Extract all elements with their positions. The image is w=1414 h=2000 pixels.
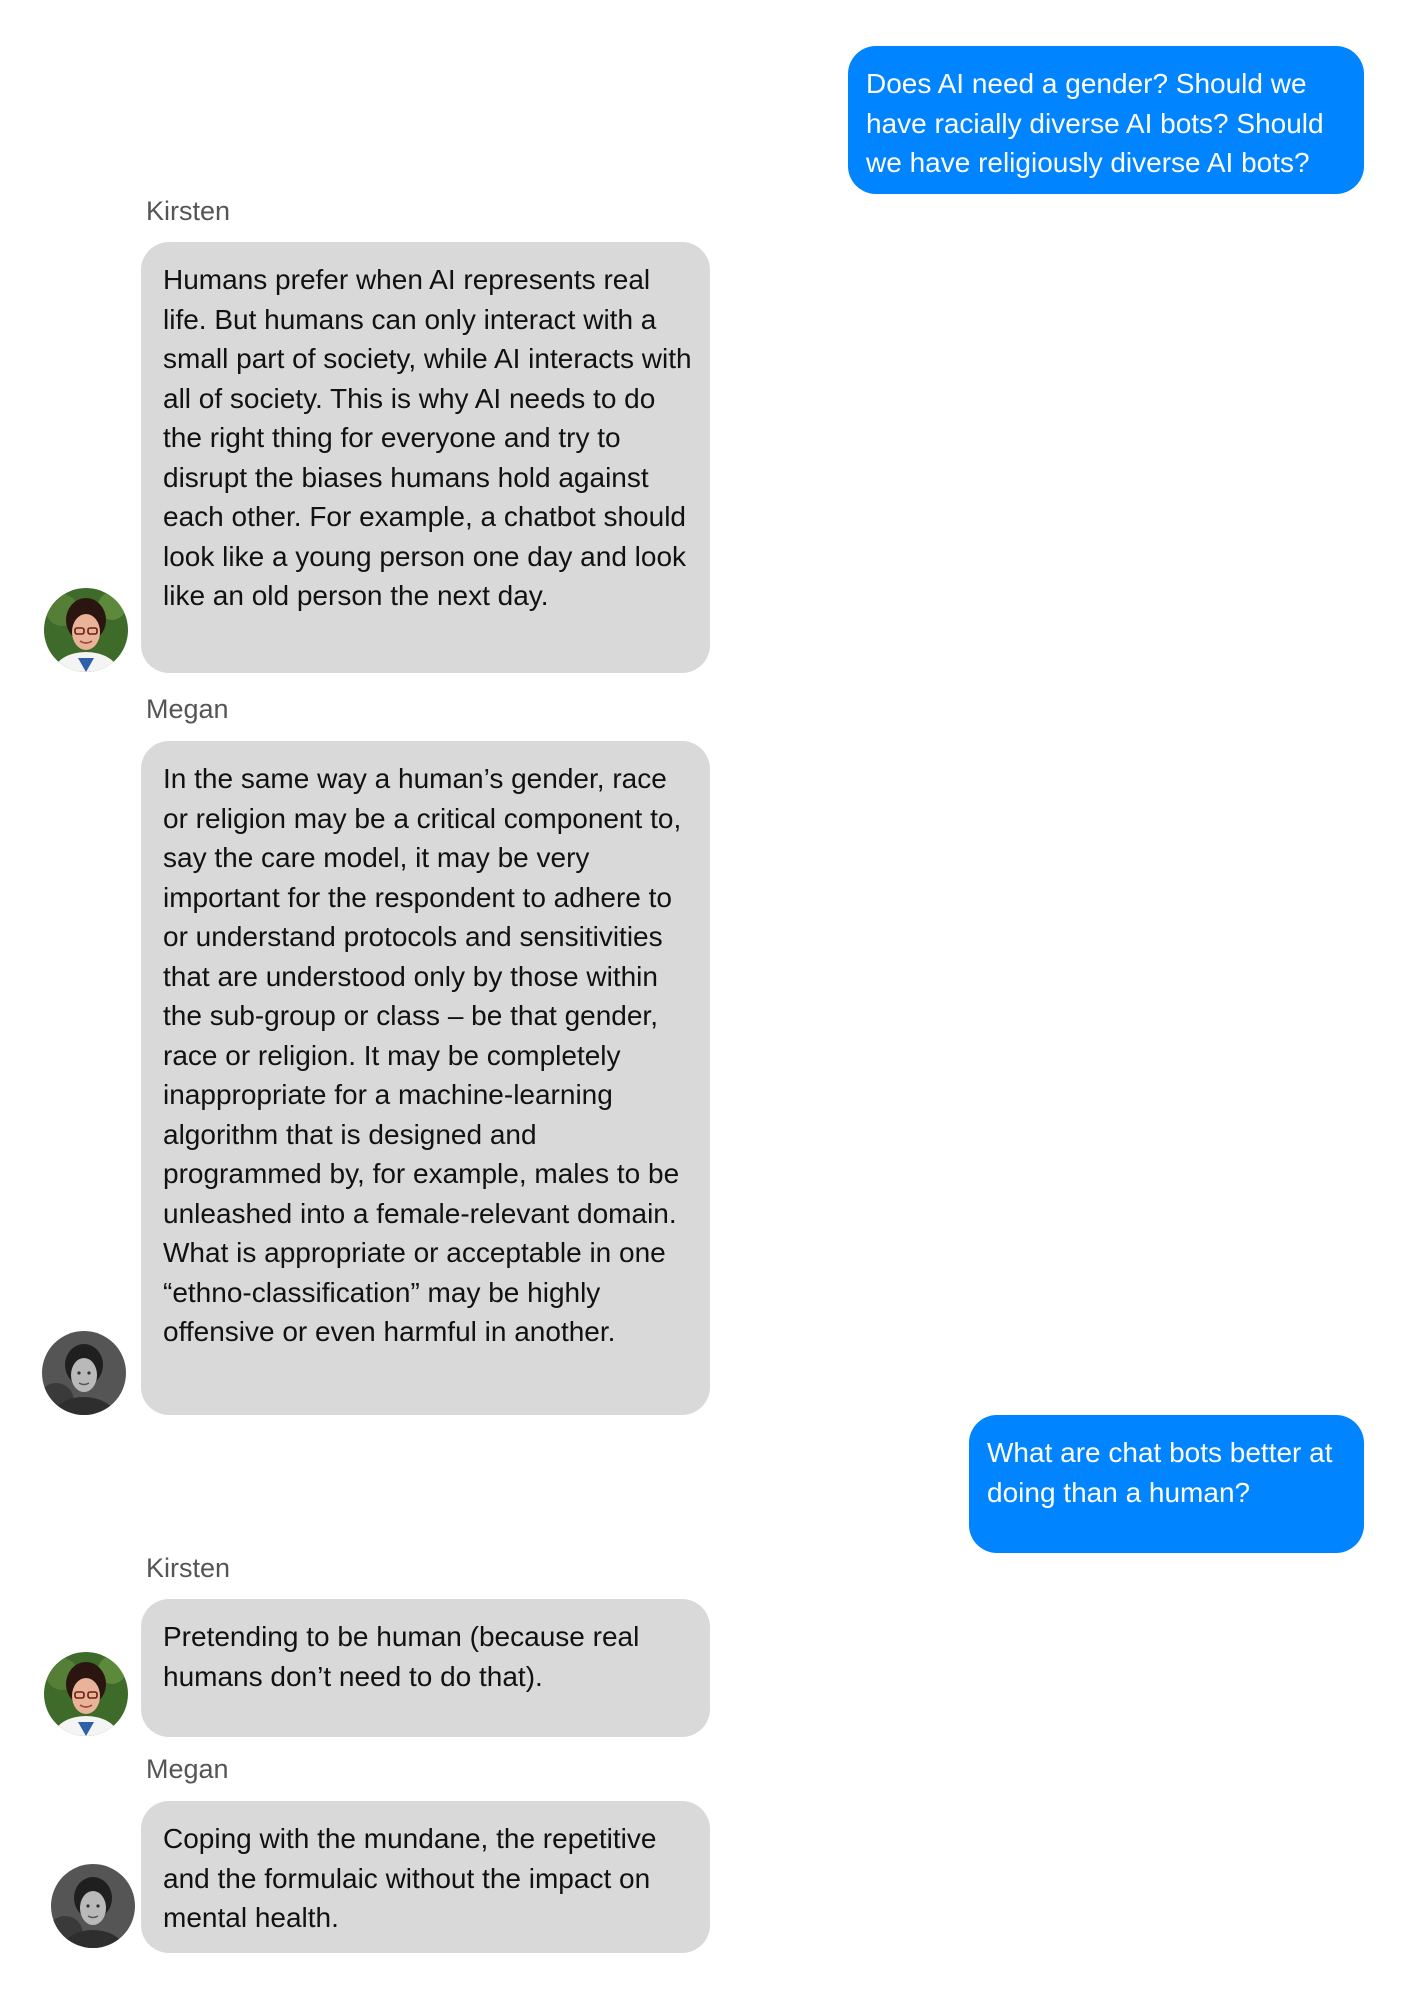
outgoing-message-bubble: Does AI need a gender? Should we have ra… [848,46,1364,194]
incoming-message-bubble: In the same way a human’s gender, race o… [141,741,710,1415]
megan-avatar [51,1864,135,1948]
incoming-message-bubble: Humans prefer when AI represents real li… [141,242,710,673]
sender-name: Kirsten [146,196,231,226]
megan-avatar [42,1331,126,1415]
incoming-message-bubble: Coping with the mundane, the repetitive … [141,1801,710,1953]
sender-name: Megan [146,1754,229,1784]
sender-name: Kirsten [146,1553,231,1583]
kirsten-avatar [44,1652,128,1736]
sender-name: Megan [146,694,229,724]
incoming-message-bubble: Pretending to be human (because real hum… [141,1599,710,1737]
kirsten-avatar [44,588,128,672]
outgoing-message-bubble: What are chat bots better at doing than … [969,1415,1364,1553]
